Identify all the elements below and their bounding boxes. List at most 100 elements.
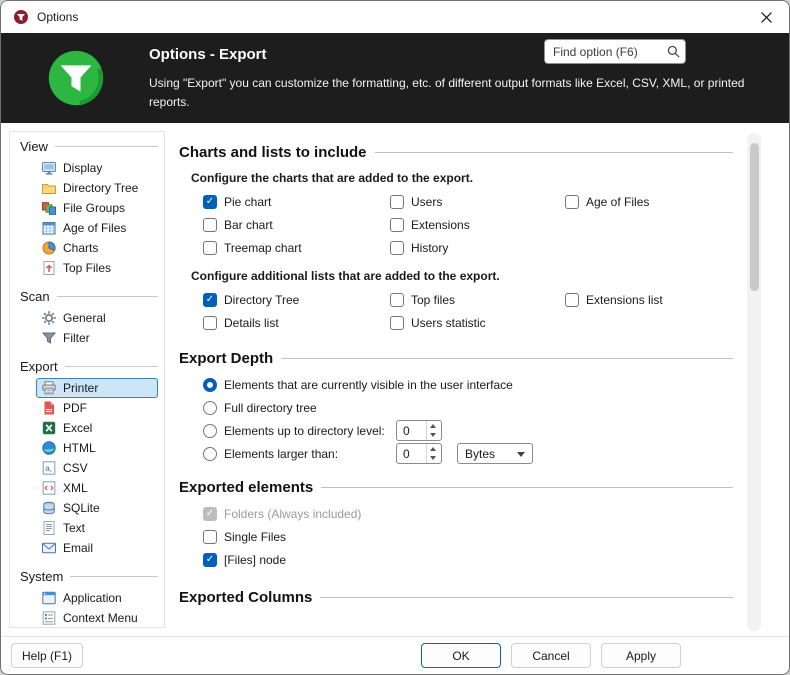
sidebar-section-label: View <box>20 139 48 154</box>
context-menu-icon <box>41 610 57 626</box>
checkbox-history[interactable]: History <box>390 241 565 255</box>
checkbox-pie-chart[interactable]: Pie chart <box>203 195 390 209</box>
unchecked-checkbox-icon <box>565 195 579 209</box>
unchecked-checkbox-icon <box>390 316 404 330</box>
sidebar-item-text[interactable]: Text <box>36 518 158 538</box>
sidebar-item-xml[interactable]: XML <box>36 478 158 498</box>
help-button[interactable]: Help (F1) <box>11 643 83 668</box>
text-icon <box>41 520 57 536</box>
checkbox-users[interactable]: Users <box>390 195 565 209</box>
spinner-up-icon[interactable] <box>427 421 441 431</box>
unchecked-checkbox-icon <box>203 316 217 330</box>
checkbox-details-list[interactable]: Details list <box>203 316 390 330</box>
options-dialog: Options Options - Export Using "Export" … <box>0 0 790 675</box>
sidebar-item-file-groups[interactable]: File Groups <box>36 198 158 218</box>
section-title: Exported Columns <box>179 589 312 606</box>
sidebar-item-context-menu[interactable]: Context Menu <box>36 608 158 628</box>
sidebar-item-general[interactable]: General <box>36 308 158 328</box>
sidebar-item-pdf[interactable]: PDF <box>36 398 158 418</box>
search-icon[interactable] <box>661 44 685 59</box>
age-of-files-icon <box>41 220 57 236</box>
sidebar: View DisplayDirectory TreeFile GroupsAge … <box>9 131 165 628</box>
unselected-radio-icon <box>203 401 217 415</box>
chart-options-grid: Pie chartUsersAge of Files Bar chartExten… <box>203 190 733 259</box>
vertical-scrollbar[interactable] <box>747 133 761 631</box>
sidebar-item-printer[interactable]: Printer <box>36 378 158 398</box>
charts-icon <box>41 240 57 256</box>
sidebar-item-email[interactable]: Email <box>36 538 158 558</box>
sidebar-item-display[interactable]: Display <box>36 158 158 178</box>
radio-full-directory-tree[interactable]: Full directory tree <box>203 396 733 419</box>
divider <box>281 358 733 359</box>
spinner-down-icon[interactable] <box>427 454 441 464</box>
unchecked-checkbox-icon <box>390 293 404 307</box>
radio-elements-that-are-currently-visible-in-the-user-interface[interactable]: Elements that are currently visible in t… <box>203 373 733 396</box>
divider <box>321 487 733 488</box>
unit-dropdown[interactable]: Bytes <box>457 443 533 464</box>
checkbox-single-files[interactable]: Single Files <box>203 525 733 548</box>
cancel-button[interactable]: Cancel <box>511 643 591 668</box>
checkbox-age-of-files[interactable]: Age of Files <box>565 195 733 209</box>
checkbox-users-statistic[interactable]: Users statistic <box>390 316 565 330</box>
checkbox-files-node[interactable]: [Files] node <box>203 548 733 571</box>
sidebar-section-system: System <box>20 569 158 584</box>
general-icon <box>41 310 57 326</box>
radio-elements-larger-than[interactable]: Elements larger than:0Bytes <box>203 442 733 465</box>
checkbox-treemap-chart[interactable]: Treemap chart <box>203 241 390 255</box>
xml-icon <box>41 480 57 496</box>
spinner-up-icon[interactable] <box>427 444 441 454</box>
checkbox-directory-tree[interactable]: Directory Tree <box>203 293 390 307</box>
checkbox-extensions-list[interactable]: Extensions list <box>565 293 733 307</box>
footer: Help (F1) OK Cancel Apply <box>1 636 789 674</box>
list-options-grid: Directory TreeTop filesExtensions list De… <box>203 288 733 334</box>
file-groups-icon <box>41 200 57 216</box>
sidebar-section-label: Export <box>20 359 58 374</box>
checkbox-folders-always-included[interactable]: Folders (Always included) <box>203 502 733 525</box>
checkbox-bar-chart[interactable]: Bar chart <box>203 218 390 232</box>
directory-tree-icon <box>41 180 57 196</box>
sidebar-section-label: Scan <box>20 289 50 304</box>
checkbox-top-files[interactable]: Top files <box>390 293 565 307</box>
sidebar-item-csv[interactable]: a,CSV <box>36 458 158 478</box>
unchecked-checkbox-icon <box>203 241 217 255</box>
exported-elements-options: Folders (Always included)Single Files[Fi… <box>203 502 733 571</box>
checkbox-extensions[interactable]: Extensions <box>390 218 565 232</box>
sidebar-item-filter[interactable]: Filter <box>36 328 158 348</box>
radio-elements-up-to-directory-level[interactable]: Elements up to directory level:0 <box>203 419 733 442</box>
elements-up-to-directory-level-spinner[interactable]: 0 <box>396 420 442 441</box>
sidebar-item-top-files[interactable]: Top Files <box>36 258 158 278</box>
ok-button[interactable]: OK <box>421 643 501 668</box>
sidebar-item-age-of-files[interactable]: Age of Files <box>36 218 158 238</box>
spinner-down-icon[interactable] <box>427 431 441 441</box>
find-option-input[interactable] <box>545 45 661 59</box>
sidebar-section-view: View <box>20 139 158 154</box>
sidebar-item-sqlite[interactable]: SQLite <box>36 498 158 518</box>
footer-button-group: OK Cancel Apply <box>421 643 681 668</box>
dialog-body: ViewDisplayDirectory TreeFile GroupsAge … <box>1 123 789 636</box>
sidebar-section-label: System <box>20 569 63 584</box>
section-title: Export Depth <box>179 350 273 367</box>
sidebar-item-html[interactable]: HTML <box>36 438 158 458</box>
checked-checkbox-icon <box>203 195 217 209</box>
close-button[interactable] <box>743 1 789 33</box>
sidebar-item-charts[interactable]: Charts <box>36 238 158 258</box>
sidebar-item-directory-tree[interactable]: Directory Tree <box>36 178 158 198</box>
section-charts-and-lists: Charts and lists to include <box>179 144 733 161</box>
elements-larger-than-spinner[interactable]: 0 <box>396 443 442 464</box>
sidebar-item-application[interactable]: Application <box>36 588 158 608</box>
unchecked-checkbox-icon <box>203 530 217 544</box>
unchecked-checkbox-icon <box>390 195 404 209</box>
scrollbar-thumb[interactable] <box>750 143 759 291</box>
chevron-down-icon <box>517 452 525 457</box>
application-icon <box>41 590 57 606</box>
sidebar-section-scan: Scan <box>20 289 158 304</box>
titlebar: Options <box>1 1 789 33</box>
checked-checkbox-icon <box>203 507 217 521</box>
page-description: Using "Export" you can customize the for… <box>149 74 749 111</box>
sidebar-item-excel[interactable]: Excel <box>36 418 158 438</box>
apply-button[interactable]: Apply <box>601 643 681 668</box>
divider <box>55 146 158 147</box>
sidebar-section-export: Export <box>20 359 158 374</box>
unchecked-checkbox-icon <box>390 218 404 232</box>
divider <box>320 597 733 598</box>
